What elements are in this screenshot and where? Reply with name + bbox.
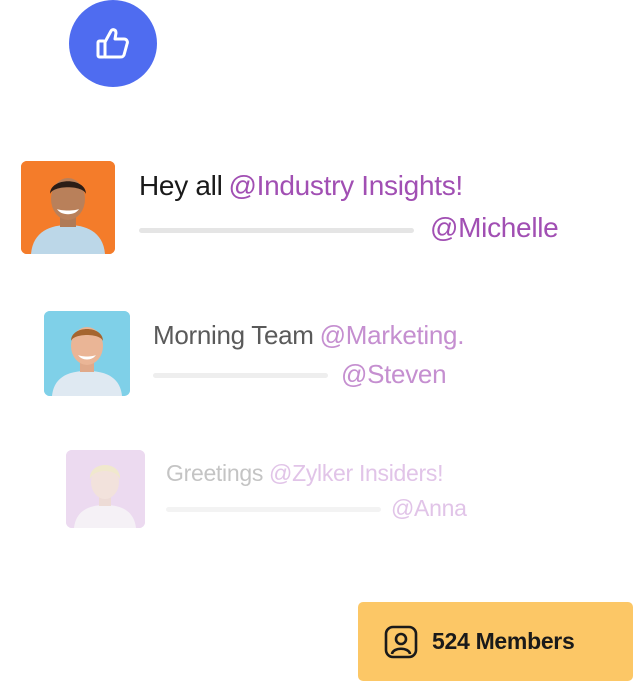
like-badge[interactable] <box>69 0 157 87</box>
avatar <box>66 450 145 528</box>
post-greeting: Greetings <box>166 460 264 486</box>
post-greeting: Morning Team <box>153 320 314 350</box>
post-greeting: Hey all <box>139 170 223 201</box>
text-placeholder-bar <box>139 228 414 233</box>
avatar <box>21 161 115 254</box>
post-mention[interactable]: @Marketing. <box>320 320 465 350</box>
post-author[interactable]: @Michelle <box>430 212 559 244</box>
avatar <box>44 311 130 396</box>
post-message: Hey all @Industry Insights! <box>139 170 463 202</box>
post-message: Morning Team @Marketing. <box>153 320 464 351</box>
post-author[interactable]: @Anna <box>391 495 467 522</box>
post-mention[interactable]: @Zylker Insiders! <box>269 460 443 486</box>
post-message: Greetings @Zylker Insiders! <box>166 460 444 487</box>
members-badge[interactable]: 524 Members <box>358 602 633 681</box>
thumbs-up-icon <box>96 27 129 58</box>
post-mention[interactable]: @Industry Insights! <box>229 170 464 201</box>
text-placeholder-bar <box>166 507 381 512</box>
post-author[interactable]: @Steven <box>341 359 447 390</box>
text-placeholder-bar <box>153 373 328 378</box>
user-profile-icon <box>384 625 418 658</box>
members-count: 524 Members <box>432 628 575 654</box>
